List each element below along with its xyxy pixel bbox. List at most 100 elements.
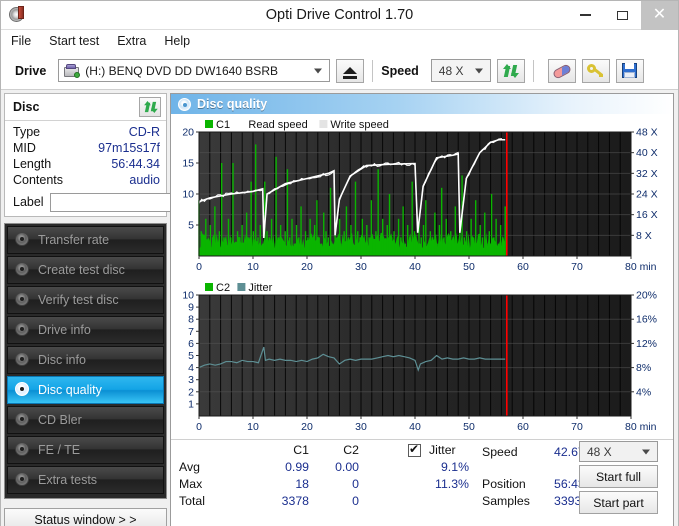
drive-label: Drive xyxy=(15,63,47,78)
svg-text:8%: 8% xyxy=(636,362,651,374)
sidebar-item-disc-info[interactable]: Disc info xyxy=(7,346,164,374)
svg-text:7: 7 xyxy=(188,326,194,338)
sidebar-item-verify-test-disc[interactable]: Verify test disc xyxy=(7,286,164,314)
disc-row-length: Length 56:44.34 xyxy=(13,157,160,172)
svg-text:30: 30 xyxy=(355,421,367,433)
refresh-button[interactable] xyxy=(496,58,525,83)
disc-icon xyxy=(14,262,31,278)
svg-text:4%: 4% xyxy=(636,386,651,398)
disc-row-contents: Contents audio xyxy=(13,173,160,188)
c1-chart-container: C1 Read speed Write speed 5 10 15 20 8 X 16 X 24 … xyxy=(173,116,671,279)
svg-text:30: 30 xyxy=(355,261,367,273)
charts-area: C1 Read speed Write speed 5 10 15 20 8 X 16 X 24 … xyxy=(171,114,673,439)
stats-c1-avg: 0.99 xyxy=(285,460,309,474)
disc-row-type-key: Type xyxy=(13,125,41,139)
svg-text:80 min: 80 min xyxy=(625,421,657,433)
sidebar-item-extra-tests[interactable]: Extra tests xyxy=(7,466,164,494)
svg-text:10: 10 xyxy=(247,421,259,433)
minimize-button[interactable] xyxy=(567,1,604,30)
key-button[interactable] xyxy=(581,58,610,83)
app-disc-icon xyxy=(9,6,27,24)
sidebar-item-label: CD Bler xyxy=(38,413,82,427)
speed-label: Speed xyxy=(381,63,419,78)
svg-text:80 min: 80 min xyxy=(625,261,657,273)
disc-label-row: Label xyxy=(5,190,253,212)
disc-row-contents-value: audio xyxy=(129,173,160,187)
sidebar-item-transfer-rate[interactable]: Transfer rate xyxy=(7,226,164,254)
start-part-button[interactable]: Start part xyxy=(579,491,658,514)
svg-text:8: 8 xyxy=(188,314,194,326)
stats-c1-total: 3378 xyxy=(281,494,309,508)
sidebar-item-fe-te[interactable]: FE / TE xyxy=(7,436,164,464)
svg-text:16 X: 16 X xyxy=(636,209,658,221)
sidebar-item-label: Disc quality xyxy=(38,383,102,397)
sidebar-item-label: Create test disc xyxy=(38,263,125,277)
disc-panel-header: Disc xyxy=(5,94,166,121)
close-button[interactable]: ✕ xyxy=(641,0,678,30)
c2-jitter-chart: C2 Jitter123456789104%8%12%16%20%0 10 20 30 4… xyxy=(182,282,657,433)
close-icon: ✕ xyxy=(652,6,667,23)
stats-c2-avg: 0.00 xyxy=(335,460,359,474)
sidebar-item-drive-info[interactable]: Drive info xyxy=(7,316,164,344)
disc-row-mid-key: MID xyxy=(13,141,36,155)
svg-text:20: 20 xyxy=(182,127,194,139)
disc-panel: Disc Type CD-R MID 97m15s17f Length 56:4… xyxy=(4,93,253,217)
jitter-checkbox[interactable] xyxy=(408,442,421,457)
disc-icon xyxy=(14,232,31,248)
start-full-button[interactable]: Start full xyxy=(579,465,658,488)
toolbar: Drive (H:) BENQ DVD DD DW1640 BSRB Speed… xyxy=(1,52,678,90)
eject-icon xyxy=(343,67,358,79)
svg-text:10: 10 xyxy=(182,290,194,302)
sidebar-item-create-test-disc[interactable]: Create test disc xyxy=(7,256,164,284)
maximize-button[interactable] xyxy=(604,1,641,30)
disc-quality-panel: Disc quality C1 Read speed Write speed 5 10 1… xyxy=(170,93,674,526)
drive-select[interactable]: (H:) BENQ DVD DD DW1640 BSRB xyxy=(58,59,331,82)
pill-icon xyxy=(551,62,572,80)
window-controls: ✕ xyxy=(567,0,678,30)
menu-item-start-test[interactable]: Start test xyxy=(49,33,109,49)
disc-row-length-key: Length xyxy=(13,157,52,171)
svg-text:60: 60 xyxy=(517,421,529,433)
svg-text:20: 20 xyxy=(301,421,313,433)
svg-text:50: 50 xyxy=(463,261,475,273)
eject-button[interactable] xyxy=(336,58,365,83)
maximize-icon xyxy=(617,10,628,20)
c2-jitter-chart-container: C2 Jitter 1 2 3 4 5 6 7 8 9 10 4% 8% 12% 16% 20% 0 10 20 30 4… xyxy=(173,279,671,439)
speed-select[interactable]: 48 X xyxy=(430,59,491,82)
chevron-down-icon xyxy=(314,68,323,73)
status-window-button[interactable]: Status window > > xyxy=(4,508,167,526)
stats-col-c2: C2 xyxy=(343,443,359,457)
save-button[interactable] xyxy=(615,58,644,83)
position-stat-label: Position xyxy=(482,477,526,491)
disc-info-rows: Type CD-R MID 97m15s17f Length 56:44.34 … xyxy=(5,121,166,190)
menu-item-extra[interactable]: Extra xyxy=(117,33,156,49)
disc-row-mid-value: 97m15s17f xyxy=(98,141,160,155)
disc-icon xyxy=(14,412,31,428)
svg-text:32 X: 32 X xyxy=(636,168,658,180)
menu-item-file[interactable]: File xyxy=(11,33,41,49)
disc-row-length-value: 56:44.34 xyxy=(111,157,160,171)
disc-refresh-button[interactable] xyxy=(139,97,161,117)
svg-text:50: 50 xyxy=(463,421,475,433)
toolbar-divider-1 xyxy=(372,59,374,82)
svg-text:C1: C1 xyxy=(216,119,230,131)
panel-header: Disc quality xyxy=(171,94,673,114)
menu-item-help[interactable]: Help xyxy=(164,33,200,49)
svg-text:5: 5 xyxy=(188,350,194,362)
sidebar-item-disc-quality[interactable]: Disc quality xyxy=(7,376,164,404)
svg-text:12%: 12% xyxy=(636,338,657,350)
stats-col-c1: C1 xyxy=(293,443,309,457)
right-column: Disc quality C1 Read speed Write speed 5 10 1… xyxy=(170,90,678,526)
jitter-label: Jitter xyxy=(429,443,456,457)
svg-text:0: 0 xyxy=(196,421,202,433)
svg-text:Jitter: Jitter xyxy=(248,282,272,294)
svg-text:24 X: 24 X xyxy=(636,189,658,201)
refresh-icon xyxy=(143,101,158,113)
svg-text:C2: C2 xyxy=(216,282,230,294)
stats-c1-max: 18 xyxy=(295,477,309,491)
svg-text:40 X: 40 X xyxy=(636,147,658,159)
pill-button[interactable] xyxy=(547,58,576,83)
disc-quality-icon xyxy=(178,97,191,111)
test-speed-select[interactable]: 48 X xyxy=(579,441,658,462)
sidebar-item-cd-bler[interactable]: CD Bler xyxy=(7,406,164,434)
